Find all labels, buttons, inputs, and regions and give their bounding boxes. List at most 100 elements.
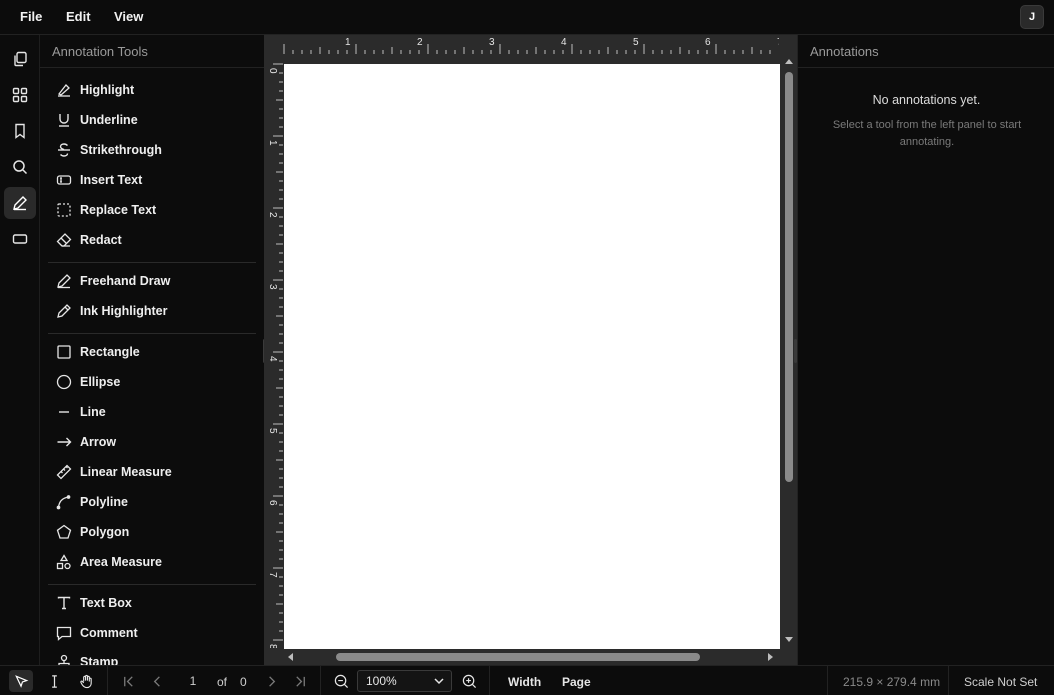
tool-label: Strikethrough: [80, 143, 162, 157]
annotations-panel: Annotations No annotations yet. Select a…: [797, 35, 1054, 665]
tool-text-box[interactable]: Text Box: [56, 592, 132, 614]
tool-ellipse[interactable]: Ellipse: [56, 371, 120, 393]
panel-title: Annotations: [810, 44, 879, 59]
page-number-input[interactable]: 1: [178, 671, 208, 691]
tool-rectangle[interactable]: Rectangle: [56, 341, 140, 363]
tool-label: Ink Highlighter: [80, 304, 168, 318]
scroll-down-icon[interactable]: [784, 636, 794, 644]
tool-line[interactable]: Line: [56, 401, 106, 423]
tool-label: Line: [80, 405, 106, 419]
chevron-down-icon: [434, 678, 444, 685]
ruler-label: 7: [267, 572, 278, 578]
tool-insert-text[interactable]: Insert Text: [56, 169, 142, 191]
tool-stamp[interactable]: Stamp: [56, 651, 118, 665]
chevron-right-icon: [268, 675, 275, 687]
ruler-label: 1: [267, 140, 278, 146]
tool-label: Redact: [80, 233, 122, 247]
ruler-label: 7: [777, 37, 779, 48]
tool-underline[interactable]: Underline: [56, 109, 138, 131]
tool-highlight[interactable]: Highlight: [56, 79, 134, 101]
bottom-toolbar: 1 of 0 100% Width Page 215.9 × 279.4 mm …: [0, 665, 1054, 695]
scroll-up-icon[interactable]: [784, 57, 794, 65]
next-page-button[interactable]: [259, 670, 283, 692]
select-tool-button[interactable]: [9, 670, 33, 692]
tool-polygon[interactable]: Polygon: [56, 521, 129, 543]
tool-comment[interactable]: Comment: [56, 622, 138, 644]
strikethrough-icon: [58, 143, 70, 157]
shapes-icon: [56, 554, 71, 570]
tool-redact[interactable]: Redact: [56, 229, 122, 251]
scale-status-button[interactable]: Scale Not Set: [964, 675, 1037, 689]
polyline-icon: [56, 495, 71, 510]
form-field-button[interactable]: [4, 223, 36, 255]
annotate-button[interactable]: [4, 187, 36, 219]
menu-bar: File Edit View J: [0, 0, 1054, 35]
menu-file[interactable]: File: [20, 9, 42, 24]
divider: [827, 666, 828, 695]
vertical-scroll-thumb[interactable]: [785, 72, 793, 482]
fit-page-button[interactable]: Page: [562, 675, 591, 689]
ruler-label: 5: [633, 37, 639, 48]
tool-arrow[interactable]: Arrow: [56, 431, 116, 453]
tool-label: Ellipse: [80, 375, 121, 389]
insert-text-icon: [56, 175, 72, 185]
marker-icon: [57, 304, 71, 318]
menu-edit[interactable]: Edit: [66, 9, 91, 24]
first-page-icon: [123, 675, 133, 687]
bookmark-icon: [15, 123, 25, 139]
fit-width-button[interactable]: Width: [508, 675, 541, 689]
ruler-corner: [264, 35, 283, 54]
thumbnails-button[interactable]: [4, 79, 36, 111]
tool-label: Underline: [80, 113, 138, 127]
ruler-label: 4: [561, 37, 567, 48]
tool-label: Insert Text: [80, 173, 143, 187]
previous-page-button[interactable]: [145, 670, 169, 692]
menu-view[interactable]: View: [114, 9, 143, 24]
ruler-label: 2: [267, 212, 278, 218]
divider: [320, 666, 321, 695]
pages-button[interactable]: [4, 43, 36, 75]
ruler-label: 2: [417, 37, 423, 48]
line-icon: [59, 411, 69, 413]
zoom-out-button[interactable]: [329, 670, 353, 692]
divider: [48, 333, 256, 334]
empty-state-message: No annotations yet.: [872, 93, 981, 107]
bookmarks-button[interactable]: [4, 115, 36, 147]
tool-strikethrough[interactable]: Strikethrough: [56, 139, 162, 161]
scroll-left-icon[interactable]: [286, 652, 294, 662]
tool-label: Rectangle: [80, 345, 140, 359]
horizontal-scroll-thumb[interactable]: [336, 653, 700, 661]
tool-ink-highlighter[interactable]: Ink Highlighter: [56, 300, 168, 322]
horizontal-scrollbar[interactable]: [284, 649, 781, 665]
document-page[interactable]: [284, 64, 780, 649]
tool-polyline[interactable]: Polyline: [56, 491, 128, 513]
ruler-label: 0: [267, 68, 278, 74]
page-size-readout: 215.9 × 279.4 mm: [843, 675, 941, 689]
hand-icon: [79, 674, 92, 688]
zoom-select[interactable]: 100%: [357, 670, 452, 692]
tool-area-measure[interactable]: Area Measure: [56, 551, 162, 573]
tool-freehand-draw[interactable]: Freehand Draw: [56, 270, 170, 292]
search-icon: [13, 160, 28, 175]
tool-label: Replace Text: [80, 203, 157, 217]
user-avatar[interactable]: J: [1020, 5, 1044, 29]
scroll-right-icon[interactable]: [767, 652, 775, 662]
pen-icon: [57, 274, 71, 289]
eraser-icon: [56, 233, 72, 247]
zoom-in-button[interactable]: [457, 670, 481, 692]
text-cursor-icon: [51, 674, 57, 688]
tool-label: Stamp: [80, 655, 119, 665]
pentagon-icon: [56, 524, 72, 539]
tool-label: Comment: [80, 626, 138, 640]
first-page-button[interactable]: [116, 670, 140, 692]
annotation-tools-panel: Annotation Tools Highlight Underline Str…: [40, 35, 264, 665]
tool-replace-text[interactable]: Replace Text: [56, 199, 156, 221]
zoom-in-icon: [462, 674, 476, 688]
form-field-icon: [12, 234, 28, 244]
pan-tool-button[interactable]: [74, 670, 98, 692]
tool-linear-measure[interactable]: Linear Measure: [56, 461, 172, 483]
last-page-button[interactable]: [288, 670, 312, 692]
text-select-tool-button[interactable]: [42, 670, 66, 692]
circle-icon: [56, 374, 72, 390]
search-button[interactable]: [4, 151, 36, 183]
